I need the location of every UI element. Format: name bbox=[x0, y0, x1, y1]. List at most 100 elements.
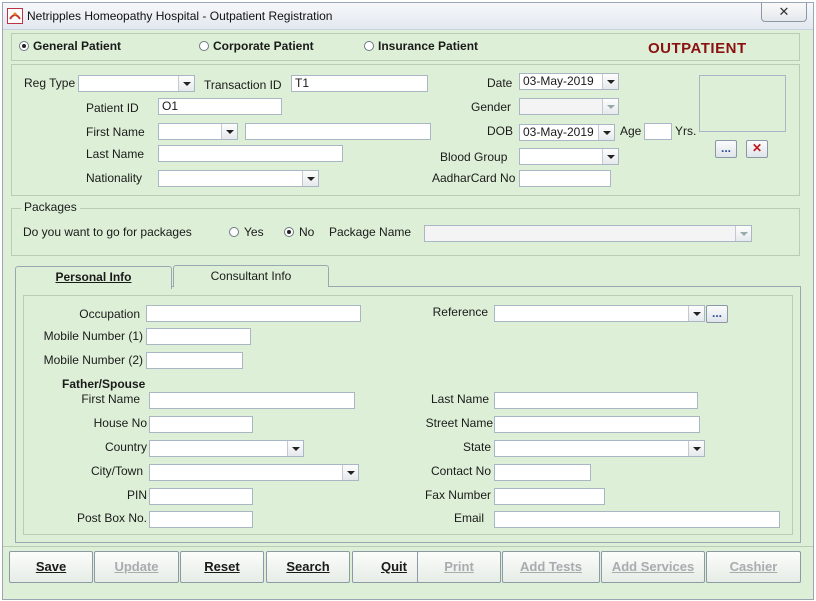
app-window: Netripples Homeopathy Hospital - Outpati… bbox=[2, 2, 814, 600]
packages-question: Do you want to go for packages bbox=[23, 225, 192, 239]
add-services-button[interactable]: Add Services bbox=[601, 551, 705, 583]
radio-insurance-patient[interactable] bbox=[364, 41, 374, 51]
state-select[interactable] bbox=[494, 440, 705, 457]
first-name-label: First Name bbox=[86, 125, 145, 139]
reset-button[interactable]: Reset bbox=[180, 551, 264, 583]
radio-packages-yes[interactable] bbox=[229, 227, 239, 237]
nationality-select[interactable] bbox=[158, 170, 319, 187]
reference-select[interactable] bbox=[494, 305, 705, 322]
reg-type-select[interactable] bbox=[78, 75, 195, 92]
aadhar-label: AadharCard No bbox=[432, 171, 516, 185]
contact-input[interactable] bbox=[494, 464, 591, 481]
pin-input[interactable] bbox=[149, 488, 253, 505]
title-bar: Netripples Homeopathy Hospital - Outpati… bbox=[3, 3, 813, 30]
date-picker[interactable]: 03-May-2019 bbox=[519, 73, 619, 90]
update-button[interactable]: Update bbox=[94, 551, 179, 583]
chevron-down-icon[interactable] bbox=[602, 149, 618, 164]
mobile1-input[interactable] bbox=[146, 328, 251, 345]
close-icon: ✕ bbox=[778, 4, 790, 19]
button-bar-divider bbox=[3, 546, 813, 547]
chevron-down-icon[interactable] bbox=[602, 99, 618, 114]
registration-panel: Reg Type Transaction ID T1 Patient ID O1… bbox=[11, 64, 800, 196]
corporate-patient-label[interactable]: Corporate Patient bbox=[213, 39, 314, 53]
city-select[interactable] bbox=[149, 464, 359, 481]
patient-type-panel: General Patient Corporate Patient Insura… bbox=[11, 33, 800, 61]
add-services-button-label: Add Services bbox=[611, 559, 695, 574]
reference-browse-button[interactable]: ... bbox=[706, 305, 728, 323]
update-button-label: Update bbox=[114, 559, 159, 574]
nationality-label: Nationality bbox=[86, 171, 143, 185]
gender-label: Gender bbox=[471, 100, 512, 114]
chevron-down-icon[interactable] bbox=[602, 74, 618, 89]
general-patient-label[interactable]: General Patient bbox=[33, 39, 121, 53]
fax-input[interactable] bbox=[494, 488, 605, 505]
date-value: 03-May-2019 bbox=[523, 74, 594, 88]
dob-value: 03-May-2019 bbox=[523, 125, 594, 139]
transaction-id-input[interactable]: T1 bbox=[291, 75, 428, 92]
chevron-down-icon[interactable] bbox=[178, 76, 194, 91]
outpatient-heading: OUTPATIENT bbox=[648, 40, 747, 57]
first-name-input[interactable] bbox=[245, 123, 431, 140]
cashier-button[interactable]: Cashier bbox=[706, 551, 801, 583]
name-title-select[interactable] bbox=[158, 123, 238, 140]
insurance-patient-label[interactable]: Insurance Patient bbox=[378, 39, 478, 53]
package-name-label: Package Name bbox=[329, 225, 412, 239]
email-input[interactable] bbox=[494, 511, 780, 528]
contact-label: Contact No bbox=[430, 464, 491, 478]
fs-first-name-input[interactable] bbox=[149, 392, 355, 409]
city-label: City/Town bbox=[90, 464, 143, 478]
reg-type-label: Reg Type bbox=[24, 76, 76, 90]
transaction-id-label: Transaction ID bbox=[204, 78, 282, 92]
post-box-input[interactable] bbox=[149, 511, 253, 528]
packages-yes-label[interactable]: Yes bbox=[244, 225, 264, 239]
last-name-input[interactable] bbox=[158, 145, 343, 162]
tab-consultant-info[interactable]: Consultant Info bbox=[173, 265, 329, 287]
cashier-button-label: Cashier bbox=[729, 559, 778, 574]
print-button[interactable]: Print bbox=[417, 551, 501, 583]
email-label: Email bbox=[453, 511, 484, 525]
age-label: Age bbox=[620, 124, 642, 138]
post-box-label: Post Box No. bbox=[76, 511, 147, 525]
chevron-down-icon[interactable] bbox=[735, 226, 751, 241]
chevron-down-icon[interactable] bbox=[287, 441, 303, 456]
fs-last-name-label: Last Name bbox=[430, 392, 489, 406]
gender-select[interactable] bbox=[519, 98, 619, 115]
radio-corporate-patient[interactable] bbox=[199, 41, 209, 51]
chevron-down-icon[interactable] bbox=[221, 124, 237, 139]
add-tests-button[interactable]: Add Tests bbox=[502, 551, 600, 583]
search-button[interactable]: Search bbox=[266, 551, 350, 583]
chevron-down-icon[interactable] bbox=[342, 465, 358, 480]
occupation-input[interactable] bbox=[146, 305, 361, 322]
quit-button-label: Quit bbox=[381, 559, 407, 574]
country-select[interactable] bbox=[149, 440, 304, 457]
dob-picker[interactable]: 03-May-2019 bbox=[519, 124, 615, 141]
patient-id-input[interactable]: O1 bbox=[158, 98, 282, 115]
browse-photo-button[interactable]: ... bbox=[715, 140, 737, 158]
add-tests-button-label: Add Tests bbox=[520, 559, 582, 574]
chevron-down-icon[interactable] bbox=[302, 171, 318, 186]
age-input[interactable] bbox=[644, 123, 672, 140]
clear-photo-button[interactable]: ✕ bbox=[746, 140, 768, 158]
house-no-input[interactable] bbox=[149, 416, 253, 433]
save-button-label: Save bbox=[35, 559, 67, 574]
mobile2-input[interactable] bbox=[146, 352, 243, 369]
house-no-label: House No bbox=[93, 416, 147, 430]
street-input[interactable] bbox=[494, 416, 700, 433]
aadhar-input[interactable] bbox=[519, 170, 611, 187]
packages-no-label[interactable]: No bbox=[299, 225, 314, 239]
fax-label: Fax Number bbox=[424, 488, 491, 502]
package-name-select[interactable] bbox=[424, 225, 752, 242]
fs-last-name-input[interactable] bbox=[494, 392, 698, 409]
blood-group-select[interactable] bbox=[519, 148, 619, 165]
tab-personal-info-label: Personal Info bbox=[55, 270, 132, 284]
chevron-down-icon[interactable] bbox=[688, 441, 704, 456]
save-button[interactable]: Save bbox=[9, 551, 93, 583]
close-window-button[interactable]: ✕ bbox=[761, 3, 807, 22]
radio-general-patient[interactable] bbox=[19, 41, 29, 51]
radio-packages-no[interactable] bbox=[284, 227, 294, 237]
chevron-down-icon[interactable] bbox=[598, 125, 614, 140]
chevron-down-icon[interactable] bbox=[688, 306, 704, 321]
tab-personal-info[interactable]: Personal Info bbox=[15, 266, 172, 289]
street-label: Street Name bbox=[425, 416, 493, 430]
blood-group-label: Blood Group bbox=[440, 150, 508, 164]
